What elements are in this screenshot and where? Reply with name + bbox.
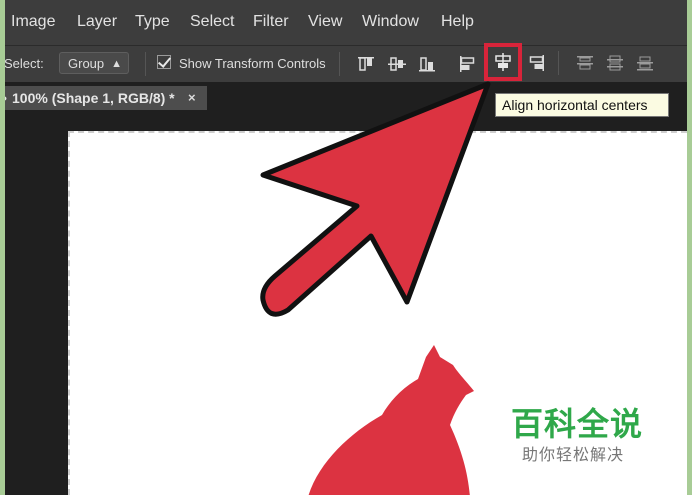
- tooltip: Align horizontal centers: [495, 93, 669, 117]
- watermark-title: 百科全说: [511, 405, 644, 443]
- watermark-subtitle: 助你轻松解决: [522, 445, 625, 464]
